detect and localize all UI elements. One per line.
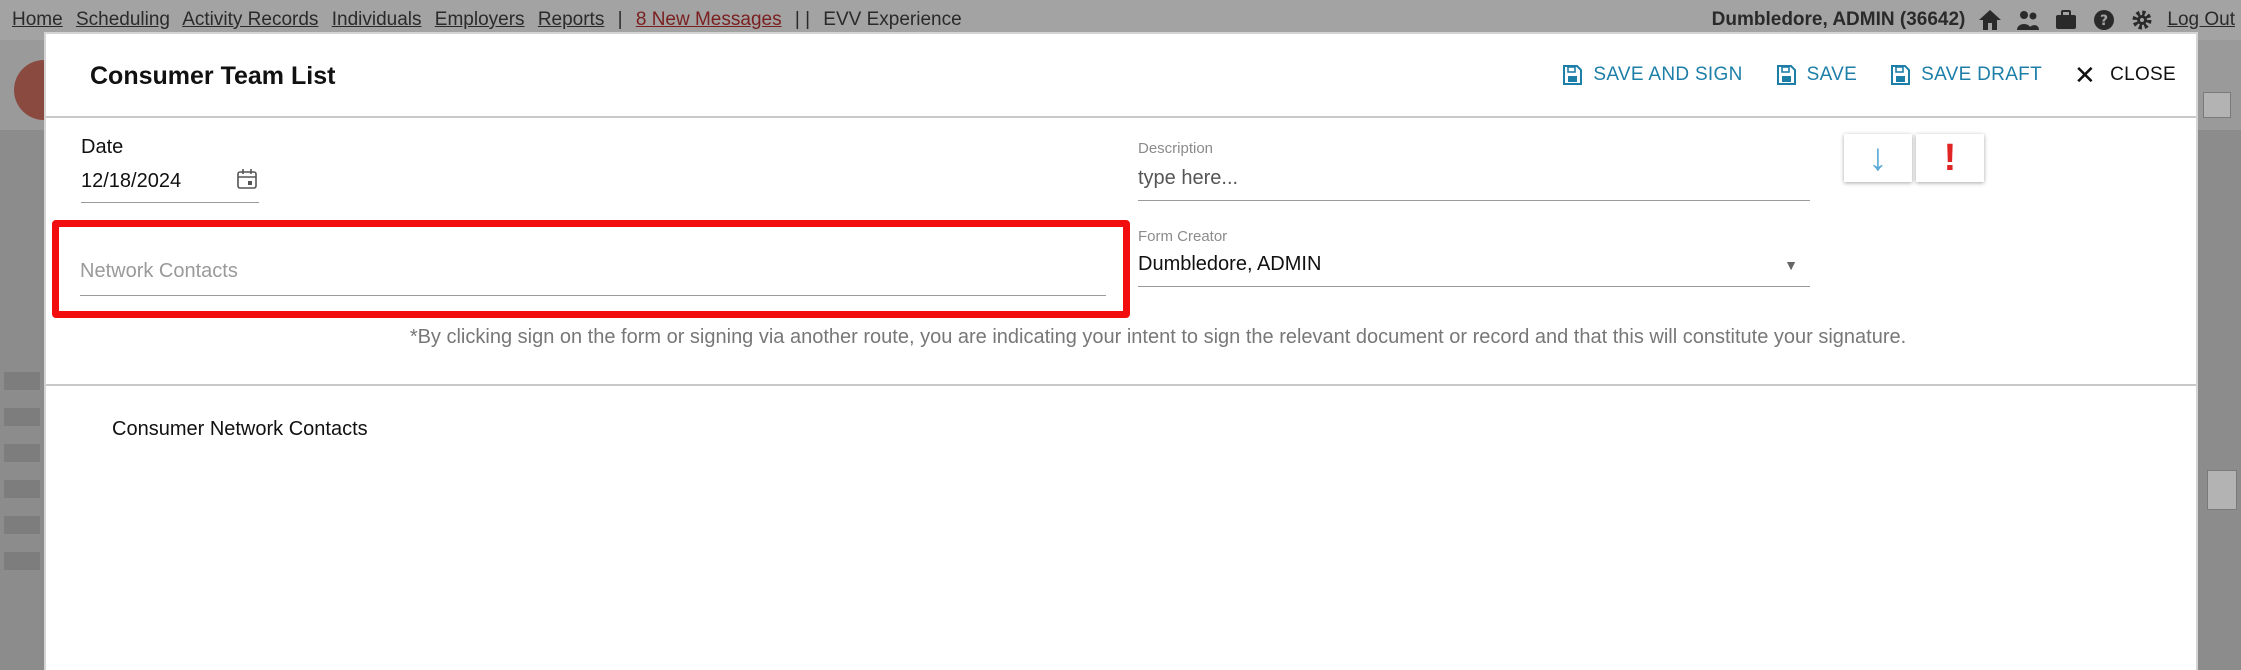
- consumer-network-contacts-heading: Consumer Network Contacts: [112, 418, 368, 440]
- arrow-down-icon[interactable]: ↓: [1844, 134, 1912, 182]
- form-creator-value: Dumbledore, ADMIN: [1138, 253, 1322, 275]
- dialog-title: Consumer Team List: [90, 62, 336, 90]
- signature-disclaimer: *By clicking sign on the form or signing…: [409, 326, 1907, 348]
- users-icon[interactable]: [2015, 8, 2041, 32]
- save-and-sign-button[interactable]: SAVE AND SIGN: [1561, 64, 1742, 86]
- description-label: Description: [1138, 140, 1214, 157]
- home-icon[interactable]: [1977, 8, 2003, 32]
- background-row: [4, 408, 40, 426]
- close-label: CLOSE: [2110, 64, 2176, 85]
- description-input[interactable]: [1138, 165, 1810, 201]
- date-label: Date: [81, 136, 124, 158]
- close-button[interactable]: ✕ CLOSE: [2073, 60, 2176, 90]
- save-and-sign-label: SAVE AND SIGN: [1593, 64, 1743, 85]
- background-side-control: [2207, 470, 2237, 510]
- section-divider: [46, 384, 2196, 386]
- date-input[interactable]: 12/18/2024: [81, 159, 259, 203]
- nav-link-individuals[interactable]: Individuals: [332, 9, 422, 30]
- current-user: Dumbledore, ADMIN (36642): [1711, 9, 1966, 30]
- background-select: [2203, 92, 2231, 118]
- nav-separator: |: [617, 9, 623, 30]
- nav-link-evv-experience[interactable]: EVV Experience: [823, 9, 961, 30]
- nav-links: Home Scheduling Activity Records Individ…: [12, 9, 970, 31]
- background-row: [4, 372, 40, 390]
- exclamation-icon[interactable]: !: [1916, 134, 1984, 182]
- date-value: 12/18/2024: [81, 170, 182, 192]
- nav-link-employers[interactable]: Employers: [435, 9, 525, 30]
- logout-link[interactable]: Log Out: [2167, 9, 2235, 31]
- nav-link-home[interactable]: Home: [12, 9, 63, 30]
- save-draft-button[interactable]: SAVE DRAFT: [1889, 64, 2042, 86]
- background-row: [4, 480, 40, 498]
- nav-separator: | |: [794, 9, 811, 30]
- dialog-header: Consumer Team List SAVE AND SIGN SAVE SA…: [46, 34, 2196, 118]
- dialog-actions: SAVE AND SIGN SAVE SAVE DRAFT ✕ CLOSE: [1529, 60, 2176, 90]
- nav-link-scheduling[interactable]: Scheduling: [76, 9, 170, 30]
- briefcase-icon[interactable]: [2053, 8, 2079, 32]
- form-creator-field: Form Creator Dumbledore, ADMIN ▼: [1138, 228, 1810, 287]
- dropdown-caret-icon: ▼: [1784, 256, 1798, 273]
- floppy-disk-icon: [1563, 65, 1583, 85]
- description-field: Description: [1138, 140, 1810, 201]
- network-contacts-input[interactable]: [80, 256, 1106, 296]
- background-row: [4, 516, 40, 534]
- date-field: Date 12/18/2024: [81, 136, 261, 203]
- close-icon: ✕: [2073, 60, 2097, 90]
- floppy-disk-icon: [1776, 65, 1796, 85]
- floppy-disk-icon: [1891, 65, 1911, 85]
- svg-text:?: ?: [2100, 13, 2108, 29]
- nav-link-reports[interactable]: Reports: [538, 9, 605, 30]
- consumer-team-list-dialog: Consumer Team List SAVE AND SIGN SAVE SA…: [44, 32, 2198, 670]
- save-button[interactable]: SAVE: [1775, 64, 1857, 86]
- background-row: [4, 444, 40, 462]
- form-creator-select[interactable]: Dumbledore, ADMIN ▼: [1138, 253, 1810, 287]
- save-draft-label: SAVE DRAFT: [1921, 64, 2042, 85]
- background-row: [4, 552, 40, 570]
- form-icon-buttons: ↓ !: [1844, 134, 1984, 182]
- nav-link-messages[interactable]: 8 New Messages: [636, 9, 782, 30]
- form-creator-label: Form Creator: [1138, 228, 1228, 245]
- gear-icon[interactable]: [2129, 8, 2155, 32]
- calendar-icon[interactable]: [235, 167, 259, 196]
- user-area: Dumbledore, ADMIN (36642) ? Log Out: [1712, 8, 2235, 32]
- save-label: SAVE: [1806, 64, 1858, 85]
- help-icon[interactable]: ?: [2091, 8, 2117, 32]
- nav-link-activity-records[interactable]: Activity Records: [182, 9, 318, 30]
